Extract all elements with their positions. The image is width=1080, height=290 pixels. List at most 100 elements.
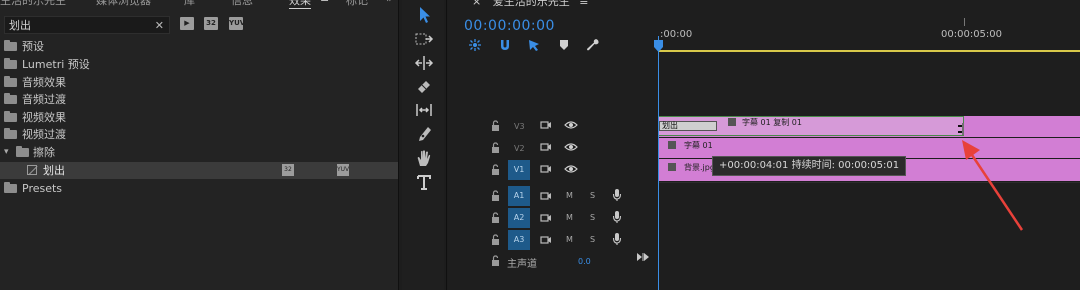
effects-search-input[interactable]: 划出 ✕: [4, 16, 170, 34]
timeline-settings-wrench-icon[interactable]: [586, 38, 600, 52]
sequence-title: 爱生活的乐先生: [492, 0, 570, 8]
panel-divider[interactable]: [398, 0, 399, 290]
yuv-effects-icon[interactable]: YUV: [229, 17, 245, 30]
type-tool-icon[interactable]: [414, 172, 434, 192]
sequence-menu-icon[interactable]: ≡: [579, 0, 588, 8]
track-target-v1[interactable]: V1: [508, 160, 530, 180]
tree-item-wipe[interactable]: ▾ 擦除: [0, 144, 398, 161]
track-select-forward-icon[interactable]: [414, 30, 434, 50]
tab-markers[interactable]: 标记: [346, 0, 368, 8]
yuv-badge-icon: YUV: [337, 164, 349, 176]
clear-search-icon[interactable]: ✕: [155, 17, 164, 35]
chevron-down-icon[interactable]: ▾: [4, 144, 9, 161]
solo-button[interactable]: S: [590, 191, 595, 200]
eye-icon[interactable]: [564, 164, 578, 174]
ruler-tick: [964, 18, 965, 26]
transition-push-out[interactable]: 划出: [659, 121, 717, 131]
tree-item-presets[interactable]: 预设: [0, 38, 398, 55]
solo-button[interactable]: S: [590, 235, 595, 244]
snap-icon[interactable]: [498, 38, 512, 52]
clip-name: 字幕 01: [684, 141, 713, 150]
tree-item-presets-en[interactable]: Presets: [0, 180, 398, 197]
lock-icon[interactable]: [491, 190, 500, 201]
mute-button[interactable]: M: [566, 191, 573, 200]
master-volume-value[interactable]: 0.0: [578, 257, 591, 266]
tab-menu-icon[interactable]: ≡: [320, 0, 329, 5]
tree-item-audio-transitions[interactable]: 音频过渡: [0, 91, 398, 108]
tab-info[interactable]: 信息: [231, 0, 253, 8]
tab-effects[interactable]: 效果: [289, 0, 311, 9]
special-folder-icon: [4, 182, 17, 193]
close-icon[interactable]: ×: [472, 0, 481, 8]
microphone-icon[interactable]: [612, 232, 622, 246]
sync-lock-icon[interactable]: [540, 142, 552, 152]
lock-icon[interactable]: [491, 142, 500, 153]
tree-item-lumetri-presets[interactable]: Lumetri 预设: [0, 56, 398, 73]
clip-v3-title-copy[interactable]: 划出 字幕 01 复制 01: [658, 116, 1080, 137]
lock-icon[interactable]: [491, 164, 500, 175]
track-target-a3[interactable]: A3: [508, 230, 530, 250]
track-label-v3[interactable]: V3: [514, 122, 525, 131]
master-track-label: 主声道: [507, 259, 537, 270]
solo-button[interactable]: S: [590, 213, 595, 222]
accelerated-effects-icon[interactable]: ▶: [180, 17, 194, 30]
sync-lock-icon[interactable]: [540, 235, 552, 245]
track-target-a1[interactable]: A1: [508, 186, 530, 206]
transition-effect-icon: [27, 165, 37, 175]
lock-icon[interactable]: [491, 212, 500, 223]
microphone-icon[interactable]: [612, 188, 622, 202]
tree-item-label: 音频效果: [22, 76, 66, 89]
microphone-icon[interactable]: [612, 210, 622, 224]
eye-icon[interactable]: [564, 120, 578, 130]
linked-selection-icon[interactable]: [527, 38, 541, 52]
panel-overflow-icon[interactable]: »: [386, 0, 393, 5]
tree-item-push-out[interactable]: 划出 32 YUV: [0, 162, 398, 179]
tree-item-audio-effects[interactable]: 音频效果: [0, 74, 398, 91]
clip-name: 背景.jpg: [684, 163, 715, 172]
ripple-edit-icon[interactable]: [414, 53, 434, 73]
sync-lock-icon[interactable]: [540, 213, 552, 223]
tree-item-label: 划出: [43, 164, 65, 177]
tree-item-video-effects[interactable]: 视频效果: [0, 109, 398, 126]
selection-tool-icon[interactable]: [414, 5, 434, 25]
fx-badge-icon: [728, 118, 736, 126]
tab-media-browser[interactable]: 媒体浏览器: [96, 0, 151, 8]
sync-lock-icon[interactable]: [540, 120, 552, 130]
tab-project[interactable]: 生活的乐先生: [0, 0, 66, 8]
playhead-line[interactable]: [658, 36, 659, 290]
mute-button[interactable]: M: [566, 213, 573, 222]
eye-icon[interactable]: [564, 142, 578, 152]
tree-item-label: 预设: [22, 40, 44, 53]
timeline-panel: × 爱生活的乐先生 ≡ 00:00:00:00 :00:00 00:00:05:…: [448, 0, 1080, 290]
panel-divider[interactable]: [446, 0, 447, 290]
razor-tool-icon[interactable]: [414, 77, 434, 97]
hand-tool-icon[interactable]: [414, 148, 434, 168]
nest-sequence-icon[interactable]: [468, 38, 482, 52]
clip-name: 字幕 01 复制 01: [742, 118, 802, 127]
lock-icon[interactable]: [491, 255, 500, 266]
sequence-tab[interactable]: × 爱生活的乐先生 ≡: [472, 0, 588, 9]
tree-item-label: 擦除: [33, 146, 55, 159]
playhead-timecode[interactable]: 00:00:00:00: [464, 18, 555, 34]
trim-out-cursor-icon[interactable]: [954, 122, 968, 136]
add-marker-icon[interactable]: [558, 39, 570, 51]
pen-tool-icon[interactable]: [414, 124, 434, 144]
ruler-label-start: :00:00: [660, 29, 693, 40]
folder-icon: [4, 93, 17, 104]
go-to-end-icon[interactable]: [636, 252, 650, 262]
folder-icon: [4, 128, 17, 139]
tree-item-label: 视频过渡: [22, 128, 66, 141]
time-ruler[interactable]: :00:00 00:00:05:00: [658, 18, 1080, 52]
tree-item-video-transitions[interactable]: 视频过渡: [0, 126, 398, 143]
mute-button[interactable]: M: [566, 235, 573, 244]
sync-lock-icon[interactable]: [540, 191, 552, 201]
track-target-a2[interactable]: A2: [508, 208, 530, 228]
special-folder-icon: [4, 40, 17, 51]
32bit-effects-icon[interactable]: 32: [204, 17, 218, 30]
slip-tool-icon[interactable]: [414, 100, 434, 120]
lock-icon[interactable]: [491, 120, 500, 131]
sync-lock-icon[interactable]: [540, 164, 552, 174]
track-label-v2[interactable]: V2: [514, 144, 525, 153]
lock-icon[interactable]: [491, 234, 500, 245]
tab-library[interactable]: 库: [184, 0, 195, 8]
